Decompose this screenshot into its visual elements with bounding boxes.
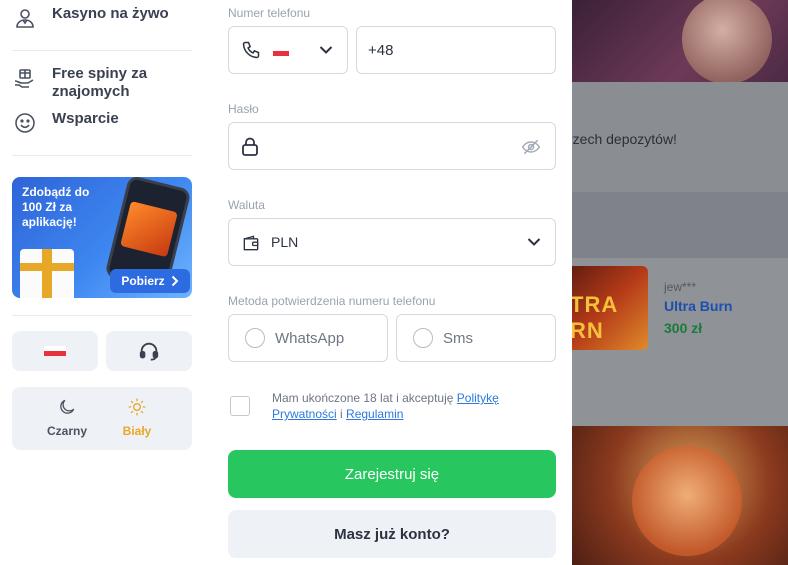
theme-dark-option[interactable]: Czarny — [32, 397, 102, 438]
divider — [12, 155, 192, 156]
poland-flag-icon — [273, 46, 289, 56]
sun-icon — [128, 398, 146, 416]
phone-prefix: +48 — [368, 42, 394, 59]
background-game-art — [572, 426, 788, 565]
eye-off-icon[interactable] — [521, 137, 541, 157]
theme-switcher: Czarny Biały — [12, 387, 192, 450]
gift-illustration — [20, 249, 74, 298]
age-consent-checkbox[interactable] — [230, 396, 250, 416]
divider — [12, 50, 192, 51]
background-banner-text: rzech depozytów! — [572, 131, 677, 147]
theme-light-option[interactable]: Biały — [102, 397, 172, 438]
lock-icon — [242, 137, 258, 156]
currency-label: Waluta — [228, 198, 265, 212]
background-hero-image — [572, 0, 788, 84]
gift-hand-icon — [12, 65, 38, 91]
moon-icon — [60, 399, 75, 414]
thumb-text: TRA RN — [572, 292, 618, 343]
game-thumbnail: TRA RN — [572, 266, 648, 350]
phone-number-input[interactable]: +48 — [356, 26, 556, 74]
currency-value: PLN — [271, 234, 299, 250]
phone-icon — [242, 41, 260, 59]
wallet-icon — [243, 235, 259, 251]
theme-light-label: Biały — [122, 424, 152, 438]
winner-amount: 300 zł — [664, 320, 703, 336]
sidebar-item-free-spins[interactable]: Free spiny za znajomych — [12, 65, 182, 101]
sidebar-item-live-casino[interactable]: Kasyno na żywo — [12, 5, 169, 31]
radio-label: Sms — [443, 329, 473, 347]
chevron-down-icon — [319, 46, 333, 54]
divider — [12, 315, 192, 316]
country-code-select[interactable] — [228, 26, 348, 74]
live-dealer-icon — [12, 5, 38, 31]
register-button[interactable]: Zarejestruj się — [228, 450, 556, 498]
sidebar-item-support[interactable]: Wsparcie — [12, 110, 119, 136]
password-input[interactable] — [228, 122, 556, 170]
verify-whatsapp-radio[interactable]: WhatsApp — [228, 314, 388, 362]
verify-sms-radio[interactable]: Sms — [396, 314, 556, 362]
consent-text: Mam ukończone 18 lat i akceptuję Polityk… — [272, 390, 542, 422]
consent-and: i — [340, 407, 343, 421]
winner-game: Ultra Burn — [664, 298, 733, 314]
download-app-button[interactable]: Pobierz — [110, 269, 190, 293]
sidebar-item-label: Kasyno na żywo — [52, 5, 169, 22]
sidebar: Kasyno na żywo Free spiny za znajomych W… — [0, 0, 210, 565]
radio-label: WhatsApp — [275, 329, 345, 347]
headset-icon — [139, 342, 159, 361]
chevron-down-icon — [527, 238, 541, 246]
phone-label: Numer telefonu — [228, 6, 311, 20]
terms-link[interactable]: Regulamin — [346, 407, 403, 421]
winner-username: jew*** — [664, 280, 697, 294]
registration-form: Numer telefonu +48 Hasło Waluta PLN Meto… — [212, 0, 572, 565]
radio-circle — [245, 328, 265, 348]
support-headset-button[interactable] — [106, 331, 192, 371]
password-label: Hasło — [228, 102, 259, 116]
consent-prefix: Mam ukończone 18 lat i akceptuję — [272, 391, 454, 405]
login-link-button[interactable]: Masz już konto? — [228, 510, 556, 558]
language-button[interactable] — [12, 331, 98, 371]
background-overlay[interactable]: rzech depozytów! TRA RN jew*** Ultra Bur… — [572, 0, 788, 565]
verification-label: Metoda potwierdzenia numeru telefonu — [228, 294, 436, 308]
currency-select[interactable]: PLN — [228, 218, 556, 266]
chevron-right-icon — [171, 275, 179, 287]
sidebar-item-label: Free spiny za znajomych — [52, 65, 148, 100]
download-label: Pobierz — [121, 274, 165, 288]
sidebar-item-label: Wsparcie — [52, 110, 119, 127]
app-promo-banner[interactable]: Zdobądź do 100 Zł za aplikację! Pobierz — [12, 177, 192, 298]
promo-text: Zdobądź do 100 Zł za aplikację! — [22, 185, 90, 229]
smile-icon — [12, 110, 38, 136]
radio-circle — [413, 328, 433, 348]
theme-dark-label: Czarny — [46, 424, 87, 438]
poland-flag-icon — [44, 346, 66, 356]
